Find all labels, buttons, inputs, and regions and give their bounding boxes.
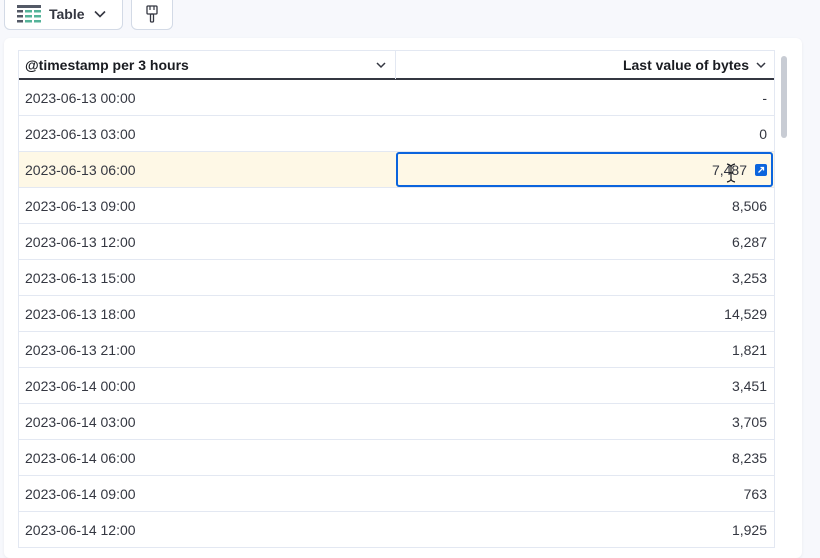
timestamp-cell[interactable]: 2023-06-14 00:00 (19, 368, 396, 403)
bytes-cell[interactable]: 3,705 (396, 404, 773, 439)
bytes-cell-focused[interactable]: 7,487 (396, 152, 773, 187)
table-row: 2023-06-13 03:00 0 (19, 116, 774, 152)
timestamp-cell[interactable]: 2023-06-14 09:00 (19, 476, 396, 511)
column-header-label: Last value of bytes (622, 57, 749, 73)
bytes-cell[interactable]: 8,235 (396, 440, 773, 475)
table-grid-icon (17, 5, 41, 23)
timestamp-cell[interactable]: 2023-06-13 09:00 (19, 188, 396, 223)
vertical-scrollbar[interactable] (781, 56, 787, 138)
chevron-down-icon[interactable] (755, 59, 767, 71)
table-row: 2023-06-13 18:00 14,529 (19, 296, 774, 332)
bytes-cell[interactable]: 0 (396, 116, 773, 151)
chevron-down-icon (93, 10, 106, 18)
timestamp-cell[interactable]: 2023-06-13 12:00 (19, 224, 396, 259)
table-row: 2023-06-13 15:00 3,253 (19, 260, 774, 296)
table-row: 2023-06-13 12:00 6,287 (19, 224, 774, 260)
timestamp-cell[interactable]: 2023-06-13 06:00 (19, 152, 396, 187)
bytes-cell[interactable]: 14,529 (396, 296, 773, 331)
table-row: 2023-06-14 09:00 763 (19, 476, 774, 512)
timestamp-cell[interactable]: 2023-06-13 00:00 (19, 80, 396, 115)
bytes-cell[interactable]: 8,506 (396, 188, 773, 223)
table-row: 2023-06-13 21:00 1,821 (19, 332, 774, 368)
timestamp-cell[interactable]: 2023-06-13 21:00 (19, 332, 396, 367)
chevron-down-icon[interactable] (375, 59, 387, 71)
timestamp-cell[interactable]: 2023-06-14 06:00 (19, 440, 396, 475)
visualization-type-label: Table (49, 6, 85, 22)
timestamp-cell[interactable]: 2023-06-13 15:00 (19, 260, 396, 295)
bytes-cell[interactable]: 1,925 (396, 512, 773, 547)
timestamp-cell[interactable]: 2023-06-13 03:00 (19, 116, 396, 151)
grid-header: @timestamp per 3 hours Last value of byt… (19, 50, 774, 80)
text-cursor-icon (726, 163, 736, 183)
visualization-type-dropdown[interactable]: Table (4, 0, 123, 30)
appearance-settings-button[interactable] (131, 0, 173, 30)
column-header-bytes[interactable]: Last value of bytes (396, 51, 773, 79)
table-row: 2023-06-14 00:00 3,451 (19, 368, 774, 404)
table-row: 2023-06-13 00:00 - (19, 80, 774, 116)
timestamp-cell[interactable]: 2023-06-14 12:00 (19, 512, 396, 547)
data-grid: @timestamp per 3 hours Last value of byt… (18, 50, 775, 548)
bytes-cell[interactable]: 6,287 (396, 224, 773, 259)
expand-cell-icon[interactable] (755, 163, 767, 176)
bytes-cell[interactable]: 763 (396, 476, 773, 511)
table-row: 2023-06-13 09:00 8,506 (19, 188, 774, 224)
bytes-cell[interactable]: - (396, 80, 773, 115)
bytes-cell[interactable]: 1,821 (396, 332, 773, 367)
table-row: 2023-06-14 06:00 8,235 (19, 440, 774, 476)
timestamp-cell[interactable]: 2023-06-13 18:00 (19, 296, 396, 331)
timestamp-cell[interactable]: 2023-06-14 03:00 (19, 404, 396, 439)
table-row-highlighted: 2023-06-13 06:00 7,487 (19, 152, 774, 188)
column-header-timestamp[interactable]: @timestamp per 3 hours (19, 51, 396, 79)
column-header-label: @timestamp per 3 hours (25, 57, 189, 73)
bytes-cell[interactable]: 3,253 (396, 260, 773, 295)
table-panel: @timestamp per 3 hours Last value of byt… (4, 38, 802, 558)
table-row: 2023-06-14 03:00 3,705 (19, 404, 774, 440)
table-row: 2023-06-14 12:00 1,925 (19, 512, 774, 548)
bytes-cell[interactable]: 3,451 (396, 368, 773, 403)
paintbrush-icon (146, 5, 158, 23)
